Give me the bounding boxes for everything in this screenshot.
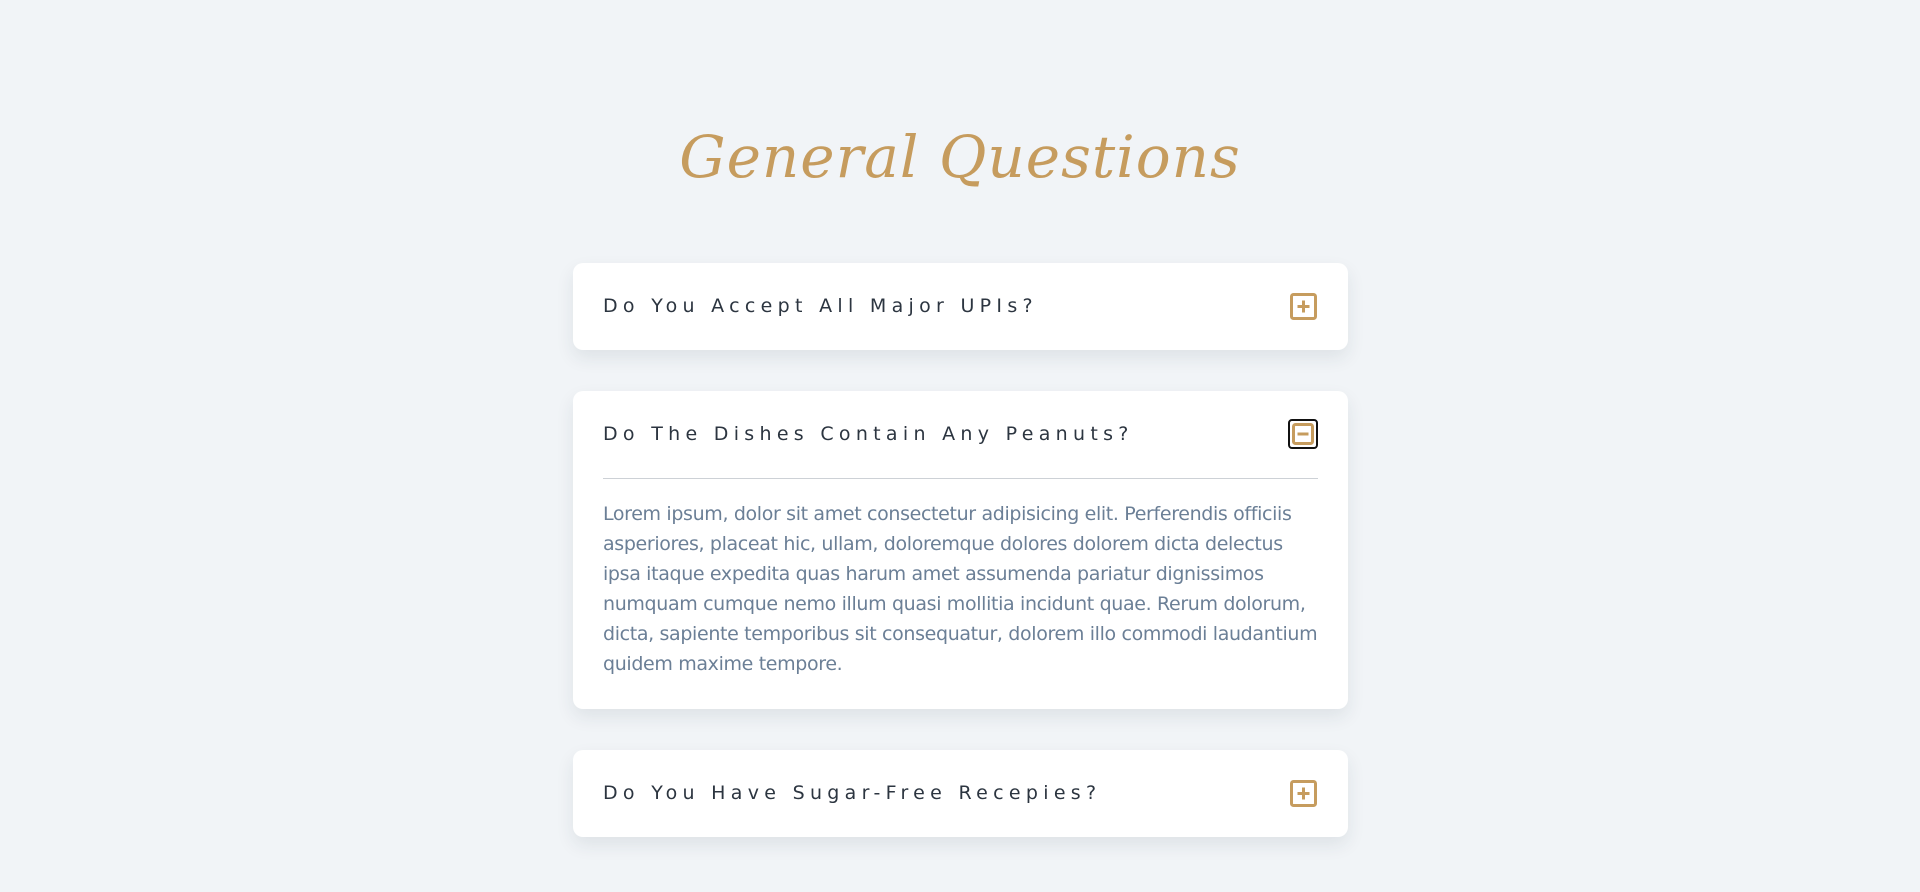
faq-item: Do You Have Sugar-Free Recepies? bbox=[573, 750, 1348, 837]
faq-question: Do You Have Sugar-Free Recepies? bbox=[603, 782, 1102, 804]
page-title: General Questions bbox=[679, 123, 1241, 191]
faq-item: Do You Accept All Major UPIs? bbox=[573, 263, 1348, 350]
plus-square-icon bbox=[1289, 779, 1317, 807]
minus-square-icon bbox=[1292, 423, 1314, 445]
faq-question: Do You Accept All Major UPIs? bbox=[603, 295, 1038, 317]
faq-question-row[interactable]: Do You Have Sugar-Free Recepies? bbox=[603, 750, 1318, 837]
faq-question: Do The Dishes Contain Any Peanuts? bbox=[603, 423, 1134, 445]
faq-item-expanded: Do The Dishes Contain Any Peanuts? Lorem… bbox=[573, 391, 1348, 709]
expand-button[interactable] bbox=[1288, 291, 1318, 321]
faq-question-row[interactable]: Do The Dishes Contain Any Peanuts? bbox=[603, 391, 1318, 478]
divider bbox=[603, 478, 1318, 479]
faq-question-row[interactable]: Do You Accept All Major UPIs? bbox=[603, 263, 1318, 350]
collapse-button[interactable] bbox=[1288, 419, 1318, 449]
expand-button[interactable] bbox=[1288, 778, 1318, 808]
plus-square-icon bbox=[1289, 292, 1317, 320]
faq-answer: Lorem ipsum, dolor sit amet consectetur … bbox=[603, 503, 1318, 675]
